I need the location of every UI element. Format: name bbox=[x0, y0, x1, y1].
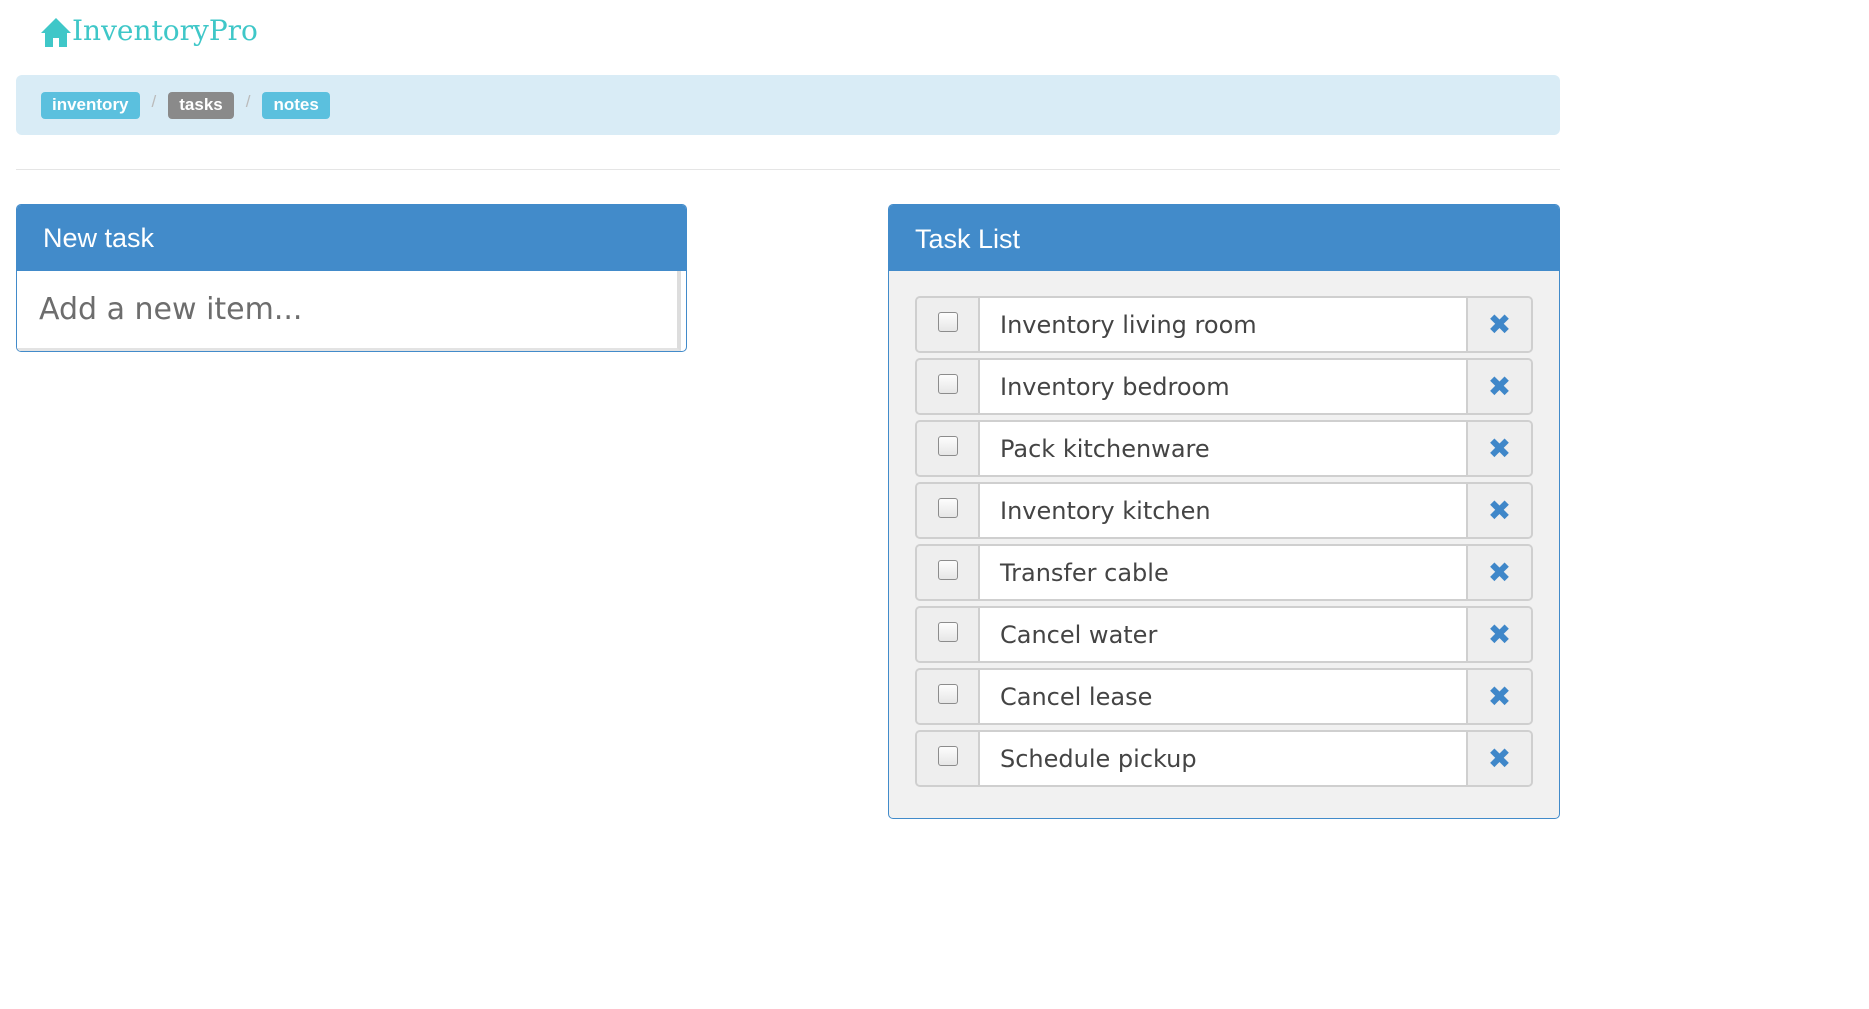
task-checkbox-cell bbox=[917, 732, 980, 785]
breadcrumb-item-notes[interactable]: notes bbox=[262, 91, 330, 119]
delete-task-button[interactable]: ✖ bbox=[1468, 298, 1531, 351]
brand-name: InventoryPro bbox=[72, 14, 258, 47]
task-checkbox-cell bbox=[917, 608, 980, 661]
task-row: Inventory bedroom ✖ bbox=[915, 358, 1533, 415]
task-row: Transfer cable ✖ bbox=[915, 544, 1533, 601]
task-label[interactable]: Inventory bedroom bbox=[980, 360, 1468, 413]
task-row: Cancel water ✖ bbox=[915, 606, 1533, 663]
task-checkbox[interactable] bbox=[937, 497, 958, 518]
task-label[interactable]: Schedule pickup bbox=[980, 732, 1468, 785]
task-checkbox[interactable] bbox=[937, 745, 958, 766]
breadcrumb: inventory / tasks / notes bbox=[16, 75, 1560, 135]
close-icon: ✖ bbox=[1487, 618, 1512, 651]
delete-task-button[interactable]: ✖ bbox=[1468, 422, 1531, 475]
task-checkbox-cell bbox=[917, 422, 980, 475]
task-label[interactable]: Cancel lease bbox=[980, 670, 1468, 723]
task-label[interactable]: Inventory kitchen bbox=[980, 484, 1468, 537]
task-label[interactable]: Transfer cable bbox=[980, 546, 1468, 599]
task-checkbox-cell bbox=[917, 484, 980, 537]
close-icon: ✖ bbox=[1487, 742, 1512, 775]
task-checkbox-cell bbox=[917, 298, 980, 351]
task-label[interactable]: Inventory living room bbox=[980, 298, 1468, 351]
delete-task-button[interactable]: ✖ bbox=[1468, 546, 1531, 599]
task-checkbox-cell bbox=[917, 546, 980, 599]
delete-task-button[interactable]: ✖ bbox=[1468, 732, 1531, 785]
task-row: Inventory living room ✖ bbox=[915, 296, 1533, 353]
home-icon bbox=[40, 16, 72, 48]
task-row: Cancel lease ✖ bbox=[915, 668, 1533, 725]
close-icon: ✖ bbox=[1487, 494, 1512, 527]
breadcrumb-separator: / bbox=[245, 92, 251, 111]
task-list-heading: Task List bbox=[889, 205, 1559, 271]
delete-task-button[interactable]: ✖ bbox=[1468, 484, 1531, 537]
task-row: Schedule pickup ✖ bbox=[915, 730, 1533, 787]
task-checkbox[interactable] bbox=[937, 373, 958, 394]
delete-task-button[interactable]: ✖ bbox=[1468, 360, 1531, 413]
close-icon: ✖ bbox=[1487, 308, 1512, 341]
task-row: Pack kitchenware ✖ bbox=[915, 420, 1533, 477]
task-list: Inventory living room ✖ Inventory bedroo… bbox=[915, 296, 1533, 792]
close-icon: ✖ bbox=[1487, 680, 1512, 713]
task-label[interactable]: Cancel water bbox=[980, 608, 1468, 661]
close-icon: ✖ bbox=[1487, 432, 1512, 465]
task-row: Inventory kitchen ✖ bbox=[915, 482, 1533, 539]
task-checkbox-cell bbox=[917, 360, 980, 413]
brand-logo[interactable]: InventoryPro bbox=[40, 14, 258, 48]
delete-task-button[interactable]: ✖ bbox=[1468, 670, 1531, 723]
new-task-input[interactable] bbox=[17, 271, 681, 351]
close-icon: ✖ bbox=[1487, 370, 1512, 403]
task-checkbox[interactable] bbox=[937, 621, 958, 642]
task-label[interactable]: Pack kitchenware bbox=[980, 422, 1468, 475]
new-task-panel: New task bbox=[16, 204, 687, 352]
breadcrumb-item-inventory[interactable]: inventory bbox=[41, 91, 140, 119]
task-list-panel: Task List Inventory living room ✖ Invent… bbox=[888, 204, 1560, 819]
task-checkbox[interactable] bbox=[937, 559, 958, 580]
task-checkbox-cell bbox=[917, 670, 980, 723]
delete-task-button[interactable]: ✖ bbox=[1468, 608, 1531, 661]
task-checkbox[interactable] bbox=[937, 683, 958, 704]
task-checkbox[interactable] bbox=[937, 311, 958, 332]
breadcrumb-separator: / bbox=[151, 92, 157, 111]
close-icon: ✖ bbox=[1487, 556, 1512, 589]
divider bbox=[16, 169, 1560, 170]
breadcrumb-item-tasks[interactable]: tasks bbox=[168, 91, 234, 119]
new-task-heading: New task bbox=[17, 205, 686, 271]
task-checkbox[interactable] bbox=[937, 435, 958, 456]
